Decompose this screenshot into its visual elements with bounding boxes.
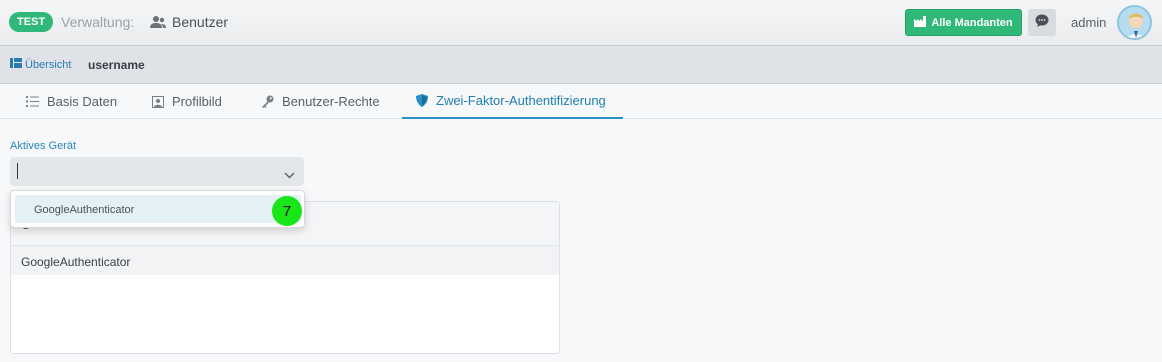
tab-profilbild[interactable]: Profilbild xyxy=(152,84,222,119)
chat-icon xyxy=(1035,14,1049,32)
tab-label: Benutzer-Rechte xyxy=(282,94,380,109)
top-header: TEST Verwaltung: Benutzer Alle Mandanten xyxy=(0,0,1162,46)
tab-bar: Basis Daten Profilbild Benutzer-Rechte Z… xyxy=(0,84,1162,119)
chevron-down-icon[interactable] xyxy=(284,166,295,184)
list-icon xyxy=(26,96,39,107)
factory-icon xyxy=(914,15,927,30)
table-row[interactable]: GoogleAuthenticator xyxy=(11,246,559,275)
tab-label: Profilbild xyxy=(172,94,222,109)
tab-label: Zwei-Faktor-Authentifizierung xyxy=(436,93,606,108)
dropdown-option-googleauthenticator[interactable]: GoogleAuthenticator xyxy=(15,195,301,223)
all-clients-button[interactable]: Alle Mandanten xyxy=(905,9,1022,36)
current-user-name[interactable]: admin xyxy=(1071,15,1106,30)
dropdown-option-label: GoogleAuthenticator xyxy=(34,204,135,216)
tab-benutzer-rechte[interactable]: Benutzer-Rechte xyxy=(261,84,380,119)
sub-header: Übersicht username xyxy=(0,46,1162,84)
avatar[interactable] xyxy=(1117,5,1152,40)
table-cell: GoogleAuthenticator xyxy=(21,255,131,269)
tab-label: Basis Daten xyxy=(47,94,118,109)
shield-icon xyxy=(416,94,428,107)
environment-badge: TEST xyxy=(9,12,54,32)
device-dropdown-menu: GoogleAuthenticator xyxy=(10,190,305,228)
tab-basis-daten[interactable]: Basis Daten xyxy=(26,84,117,119)
users-icon xyxy=(150,15,166,34)
grid-icon xyxy=(10,58,22,71)
key-icon xyxy=(261,95,274,108)
step-marker: 7 xyxy=(272,196,302,226)
active-device-label: Aktives Gerät xyxy=(10,140,77,152)
active-device-select[interactable] xyxy=(10,157,304,186)
page-title: Benutzer xyxy=(172,14,229,30)
image-icon xyxy=(152,95,164,108)
overview-label: Übersicht xyxy=(25,58,72,71)
overview-link[interactable]: Übersicht xyxy=(10,58,71,71)
text-caret xyxy=(17,163,18,179)
record-username: username xyxy=(88,58,145,72)
chat-button[interactable] xyxy=(1028,9,1056,36)
tab-zwei-faktor[interactable]: Zwei-Faktor-Authentifizierung xyxy=(402,84,623,119)
breadcrumb-prefix: Verwaltung: xyxy=(61,14,135,30)
all-clients-label: Alle Mandanten xyxy=(931,16,1013,29)
